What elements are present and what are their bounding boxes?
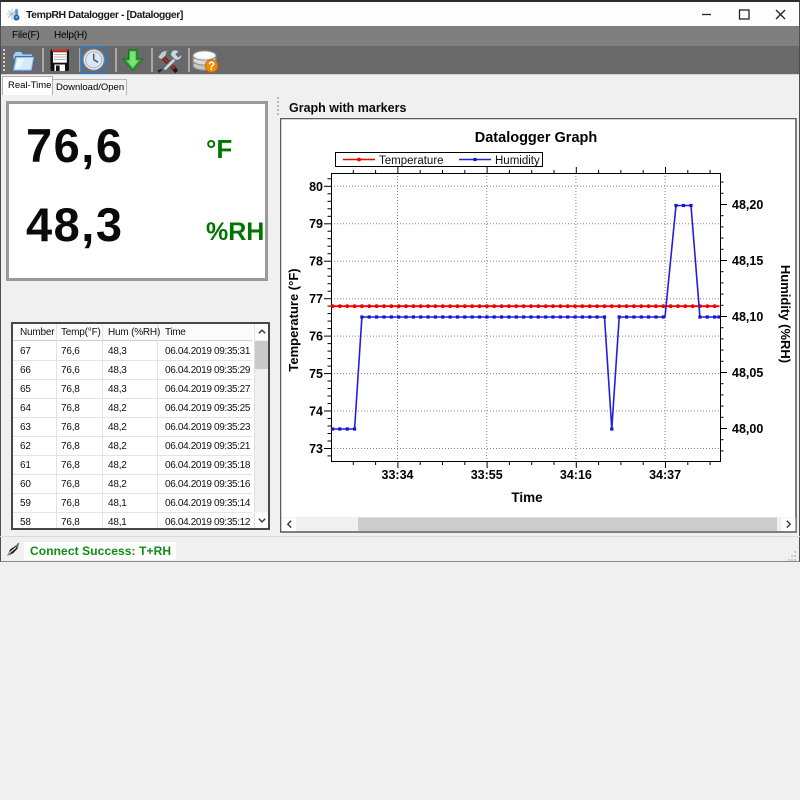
- svg-text:Temperature (°F): Temperature (°F): [286, 268, 301, 371]
- svg-text:48,00: 48,00: [732, 422, 763, 436]
- svg-text:79: 79: [309, 217, 323, 231]
- svg-text:Time: Time: [511, 490, 543, 505]
- svg-text:75: 75: [309, 367, 323, 381]
- svg-text:80: 80: [309, 180, 323, 194]
- svg-text:Humidity: Humidity: [495, 155, 540, 167]
- svg-text:Datalogger Graph: Datalogger Graph: [475, 130, 597, 146]
- svg-text:34:16: 34:16: [560, 468, 592, 482]
- svg-text:74: 74: [309, 405, 323, 419]
- svg-text:76: 76: [309, 330, 323, 344]
- svg-text:34:37: 34:37: [649, 468, 681, 482]
- svg-text:Temperature: Temperature: [379, 155, 444, 167]
- svg-text:Humidity (%RH): Humidity (%RH): [778, 265, 793, 363]
- svg-text:48,20: 48,20: [732, 198, 763, 212]
- svg-text:77: 77: [309, 292, 323, 306]
- svg-text:33:55: 33:55: [471, 468, 503, 482]
- svg-text:48,15: 48,15: [732, 254, 763, 268]
- svg-text:48,10: 48,10: [732, 310, 763, 324]
- svg-text:33:34: 33:34: [382, 468, 414, 482]
- svg-text:?: ?: [208, 61, 215, 73]
- svg-text:78: 78: [309, 255, 323, 269]
- svg-text:73: 73: [309, 442, 323, 456]
- svg-text:48,05: 48,05: [732, 366, 763, 380]
